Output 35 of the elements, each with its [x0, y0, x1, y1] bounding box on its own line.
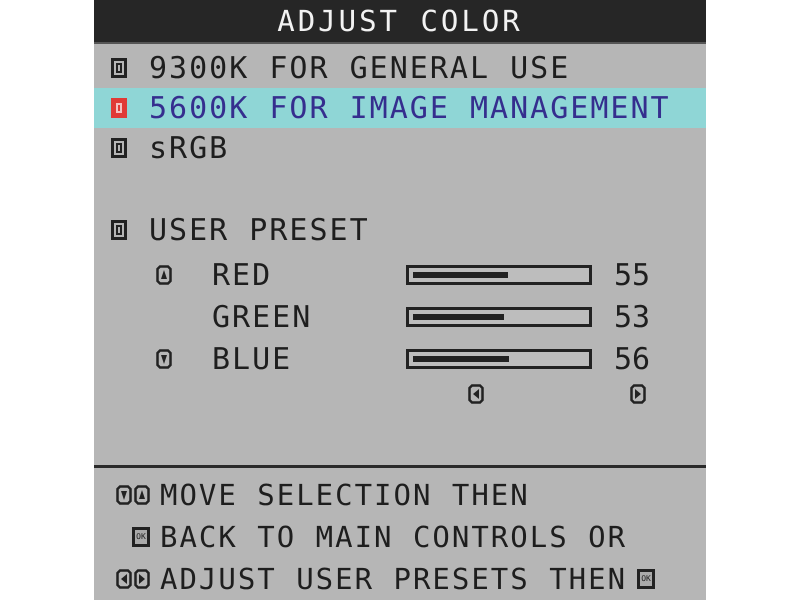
- ok-key: OK: [132, 527, 150, 547]
- option-marker-icon: [111, 98, 127, 118]
- preset-label: 5600K FOR IMAGE MANAGEMENT: [149, 90, 671, 126]
- ok-key: OK: [637, 569, 656, 589]
- hint-text: ADJUST USER PRESETS THEN: [160, 562, 628, 596]
- hint-text: MOVE SELECTION THEN: [160, 478, 530, 512]
- option-marker-icon: [111, 138, 127, 158]
- channel-label: RED: [212, 258, 274, 292]
- option-marker-icon: [111, 220, 127, 240]
- menu-title: ADJUST COLOR: [277, 4, 523, 38]
- option-marker-icon: [111, 58, 127, 78]
- level-value: 55: [614, 258, 650, 292]
- channel-label: BLUE: [212, 342, 294, 376]
- right-arrow-key-icon: [134, 569, 150, 589]
- up-arrow-key-icon: [156, 265, 172, 285]
- level-value: 53: [614, 300, 650, 334]
- preset-label: USER PRESET: [149, 212, 370, 248]
- hint-text: BACK TO MAIN CONTROLS OR: [160, 520, 628, 554]
- level-slider[interactable]: [413, 356, 585, 362]
- preset-label: sRGB: [149, 130, 230, 166]
- level-value: 56: [614, 342, 650, 376]
- down-arrow-key-icon: [116, 485, 132, 505]
- preset-option[interactable]: 9300K FOR GENERAL USE: [94, 48, 706, 88]
- preset-option[interactable]: 5600K FOR IMAGE MANAGEMENT: [94, 88, 706, 128]
- channel-label: GREEN: [212, 300, 314, 334]
- right-arrow-key-icon: [630, 384, 646, 404]
- preset-option[interactable]: USER PRESET: [94, 210, 706, 250]
- up-arrow-key-icon: [134, 485, 150, 505]
- level-slider[interactable]: [413, 272, 585, 278]
- preset-label: 9300K FOR GENERAL USE: [149, 50, 570, 86]
- left-arrow-key-icon: [468, 384, 484, 404]
- down-arrow-key-icon: [156, 349, 172, 369]
- level-slider[interactable]: [413, 314, 585, 320]
- preset-option[interactable]: sRGB: [94, 128, 706, 168]
- left-arrow-key-icon: [116, 569, 132, 589]
